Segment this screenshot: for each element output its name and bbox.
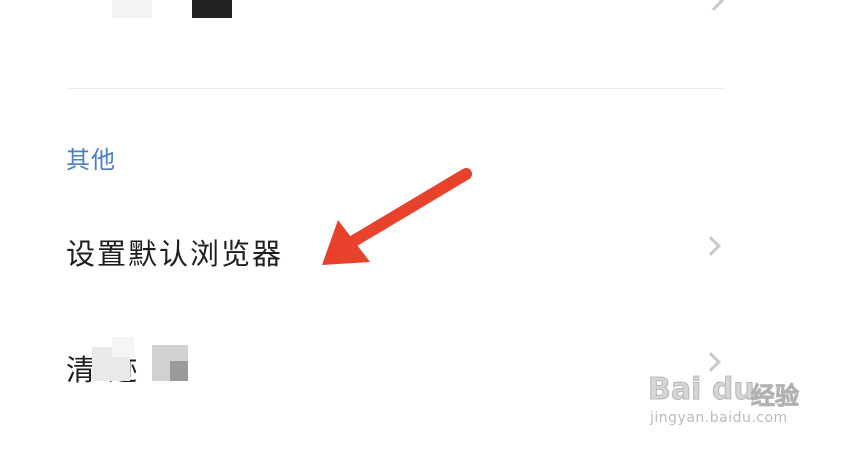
watermark-text: 经验: [751, 382, 800, 411]
section-divider: [66, 88, 726, 89]
chevron-right-icon: [704, 0, 724, 11]
settings-item-redacted[interactable]: [0, 0, 846, 60]
redacted-block: [170, 361, 188, 381]
settings-screen: 其他 设置默认浏览器 清 迹 Bai du 经验 jingyan.baidu.c…: [0, 0, 846, 450]
redacted-block: [112, 337, 134, 357]
settings-item-label: 设置默认浏览器: [66, 237, 284, 271]
settings-item-default-browser[interactable]: 设置默认浏览器: [0, 215, 846, 279]
redacted-block: [192, 0, 232, 18]
baidu-logo: Bai du: [648, 372, 756, 408]
watermark-url: jingyan.baidu.com: [650, 410, 788, 426]
redacted-block: [112, 0, 152, 18]
section-title-other: 其他: [66, 146, 116, 174]
chevron-right-icon: [701, 236, 721, 256]
baidu-watermark: Bai du 经验 jingyan.baidu.com: [648, 362, 808, 432]
